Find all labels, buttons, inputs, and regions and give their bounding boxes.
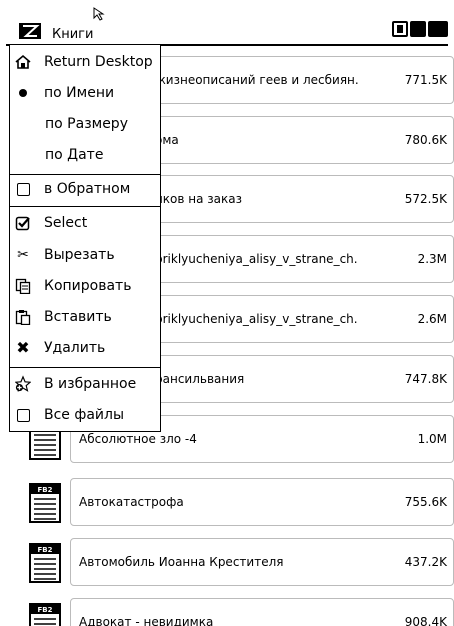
checkbox-checked-icon (15, 215, 31, 231)
selected-dot-icon (15, 85, 31, 101)
file-size: 2.3M (417, 252, 447, 266)
wifi-icon (410, 21, 426, 37)
menu-label: Удалить (44, 340, 106, 356)
file-name: priklyucheniya_alisy_v_strane_ch. (155, 312, 358, 326)
file-name: Абсолютное зло -4 (79, 432, 197, 446)
file-name: Адвокат - невидимка (79, 615, 214, 626)
menu-item-delete[interactable]: ✖ Удалить (10, 334, 160, 362)
file-size: 2.6M (417, 312, 447, 326)
menu-item-favorites[interactable]: В избранное (10, 370, 160, 398)
context-menu: Return Desktop по Имени по Размеру по Да… (9, 44, 161, 432)
menu-label: по Имени (44, 85, 115, 101)
file-name: жизнеописаний геев и лесбиян. (155, 73, 359, 87)
file-name: Автомобиль Иоанна Крестителя (79, 555, 284, 569)
menu-label: В избранное (44, 376, 137, 392)
file-size: 771.5K (404, 73, 447, 87)
file-row-box[interactable]: Автокатастрофа 755.6K (70, 478, 454, 526)
battery-icon (392, 21, 408, 37)
copy-icon (15, 278, 31, 294)
fb2-badge: FB2 (38, 606, 53, 614)
fb2-document-icon: FB2 (29, 483, 61, 523)
file-size: 1.0M (417, 432, 447, 446)
menu-item-reverse[interactable]: в Обратном (10, 175, 160, 203)
list-item[interactable]: FB2 Автомобиль Иоанна Крестителя 437.2K (0, 538, 454, 586)
file-name: Автокатастрофа (79, 495, 184, 509)
menu-item-select[interactable]: Select (10, 209, 160, 237)
scissors-icon: ✂ (17, 247, 29, 263)
home-icon (15, 54, 31, 70)
app-title: Книги (52, 27, 94, 42)
status-icons (392, 21, 448, 37)
menu-label: в Обратном (44, 181, 131, 197)
menu-label: по Дате (45, 147, 104, 163)
menu-item-paste[interactable]: Вставить (10, 303, 160, 331)
fb2-document-icon: FB2 (29, 603, 61, 626)
menu-label: Копировать (44, 278, 132, 294)
menu-item-copy[interactable]: Копировать (10, 272, 160, 300)
fb2-document-icon: FB2 (29, 543, 61, 583)
file-size: 755.6K (404, 495, 447, 509)
menu-item-sort-size[interactable]: по Размеру (10, 110, 160, 138)
menu-separator (10, 206, 160, 207)
menu-label: Вырезать (44, 247, 115, 263)
menu-item-sort-date[interactable]: по Дате (10, 141, 160, 169)
books-app-icon (19, 23, 41, 39)
star-add-icon (15, 375, 31, 392)
list-item[interactable]: FB2 Адвокат - невидимка 908.4K (0, 598, 454, 626)
checkbox-unchecked-icon (15, 407, 31, 423)
menu-item-return-desktop[interactable]: Return Desktop (10, 48, 160, 76)
file-name: рансильвания (155, 372, 245, 386)
menu-label: Return Desktop (44, 54, 153, 70)
file-name: иков на заказ (155, 192, 243, 206)
file-size: 437.2K (404, 555, 447, 569)
file-row-box[interactable]: Адвокат - невидимка 908.4K (70, 598, 454, 626)
list-item[interactable]: FB2 Автокатастрофа 755.6K (0, 478, 454, 526)
volume-icon (428, 21, 448, 37)
delete-x-icon: ✖ (16, 338, 30, 357)
menu-item-all-files[interactable]: Все файлы (10, 401, 160, 429)
file-size: 908.4K (404, 615, 447, 626)
menu-item-sort-name[interactable]: по Имени (10, 79, 160, 107)
menu-label: Все файлы (44, 407, 125, 423)
menu-separator (10, 367, 160, 368)
top-bar: Книги (0, 0, 454, 46)
file-size: 747.8K (404, 372, 447, 386)
menu-label: Вставить (44, 309, 112, 325)
file-size: 780.6K (404, 133, 447, 147)
mouse-cursor-icon (93, 7, 105, 21)
file-name: priklyucheniya_alisy_v_strane_ch. (155, 252, 358, 266)
menu-label: Select (44, 215, 88, 231)
file-size: 572.5K (404, 192, 447, 206)
file-row-box[interactable]: Автомобиль Иоанна Крестителя 437.2K (70, 538, 454, 586)
menu-item-cut[interactable]: ✂ Вырезать (10, 241, 160, 269)
menu-label: по Размеру (45, 116, 128, 132)
fb2-badge: FB2 (38, 546, 53, 554)
fb2-badge: FB2 (38, 486, 53, 494)
paste-icon (15, 309, 31, 325)
checkbox-unchecked-icon (15, 181, 31, 197)
